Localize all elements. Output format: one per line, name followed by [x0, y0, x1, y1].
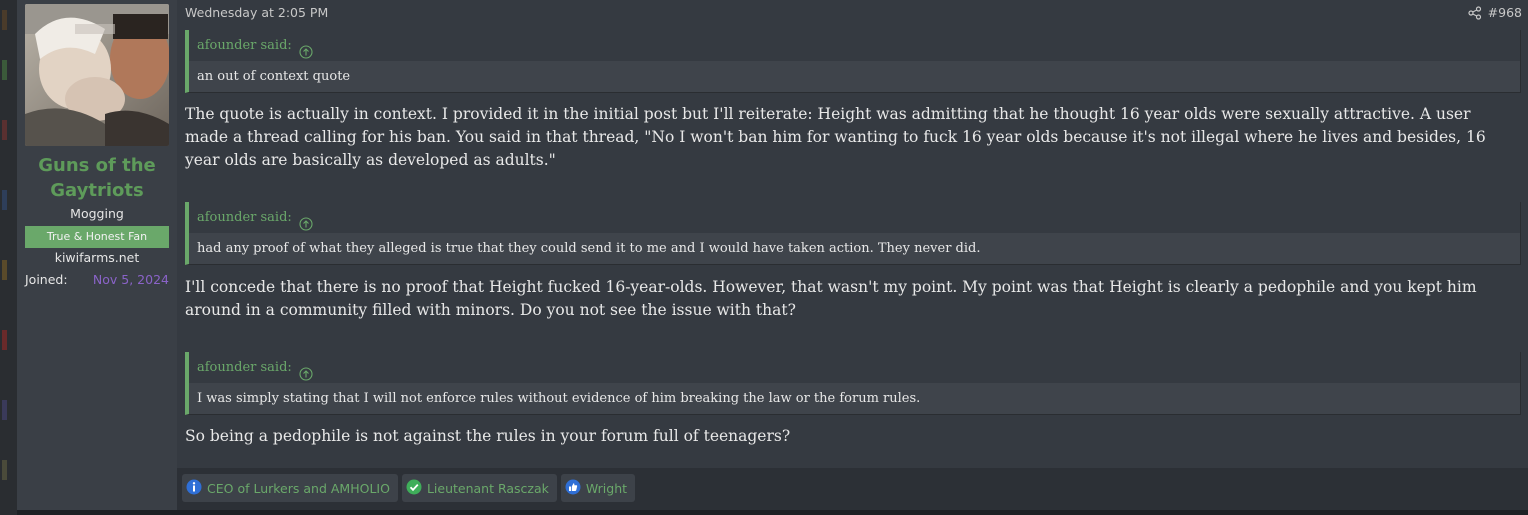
- user-title: Mogging: [70, 206, 124, 221]
- post-main: Wednesday at 2:05 PM #968 afounder said:: [177, 0, 1528, 510]
- check-icon: [406, 479, 427, 498]
- post-paragraph: The quote is actually in context. I prov…: [185, 105, 1486, 169]
- forum-post: Guns of the Gaytriots Mogging True & Hon…: [17, 0, 1528, 510]
- reaction-wright[interactable]: Wright: [560, 474, 636, 502]
- reaction-label: CEO of Lurkers and AMHOLIO: [207, 480, 390, 496]
- user-site: kiwifarms.net: [54, 250, 140, 265]
- quote-author[interactable]: afounder said:: [197, 201, 292, 234]
- joined-date: Nov 5, 2024: [92, 272, 169, 287]
- joined-label: Joined:: [25, 272, 68, 287]
- user-info-column: Guns of the Gaytriots Mogging True & Hon…: [17, 0, 177, 510]
- thumbs-up-icon: [565, 479, 586, 498]
- reaction-label: Wright: [585, 480, 628, 496]
- username[interactable]: Guns of the Gaytriots: [25, 153, 169, 203]
- post-number[interactable]: #968: [1488, 5, 1522, 20]
- background-strip: [0, 0, 17, 515]
- arrow-up-circle-icon[interactable]: [299, 211, 313, 231]
- reaction-label: Lieutenant Rasczak: [426, 480, 549, 496]
- post-date[interactable]: Wednesday at 2:05 PM: [185, 5, 328, 20]
- quote-text: had any proof of what they alleged is tr…: [197, 241, 981, 256]
- post-body: Wednesday at 2:05 PM #968 afounder said:: [177, 0, 1528, 468]
- user-banner: True & Honest Fan: [25, 226, 169, 248]
- quote-header[interactable]: afounder said:: [189, 202, 1520, 233]
- quote-author[interactable]: afounder said:: [197, 351, 292, 384]
- quote-author[interactable]: afounder said:: [197, 29, 292, 62]
- quote-text: an out of context quote: [197, 69, 351, 84]
- quote-block: afounder said: an out of context quote: [185, 30, 1521, 93]
- avatar[interactable]: [25, 4, 169, 146]
- arrow-up-circle-icon[interactable]: [299, 361, 313, 381]
- quote-block: afounder said: had any proof of what the…: [185, 202, 1521, 265]
- quote-header[interactable]: afounder said:: [189, 352, 1520, 383]
- quote-text: I was simply stating that I will not enf…: [197, 391, 921, 406]
- reaction-ceo[interactable]: CEO of Lurkers and AMHOLIO: [182, 474, 398, 502]
- info-icon: [186, 479, 207, 498]
- post-paragraph: I'll concede that there is no proof that…: [185, 278, 1477, 319]
- quote-block: afounder said: I was simply stating that…: [185, 352, 1521, 415]
- reaction-lieutenant[interactable]: Lieutenant Rasczak: [401, 474, 557, 502]
- arrow-up-circle-icon[interactable]: [299, 39, 313, 59]
- reactions-bar: CEO of Lurkers and AMHOLIO Lieutenant Ra…: [182, 474, 636, 502]
- share-icon[interactable]: [1468, 6, 1482, 20]
- quote-header[interactable]: afounder said:: [189, 30, 1520, 61]
- post-paragraph: So being a pedophile is not against the …: [185, 427, 791, 445]
